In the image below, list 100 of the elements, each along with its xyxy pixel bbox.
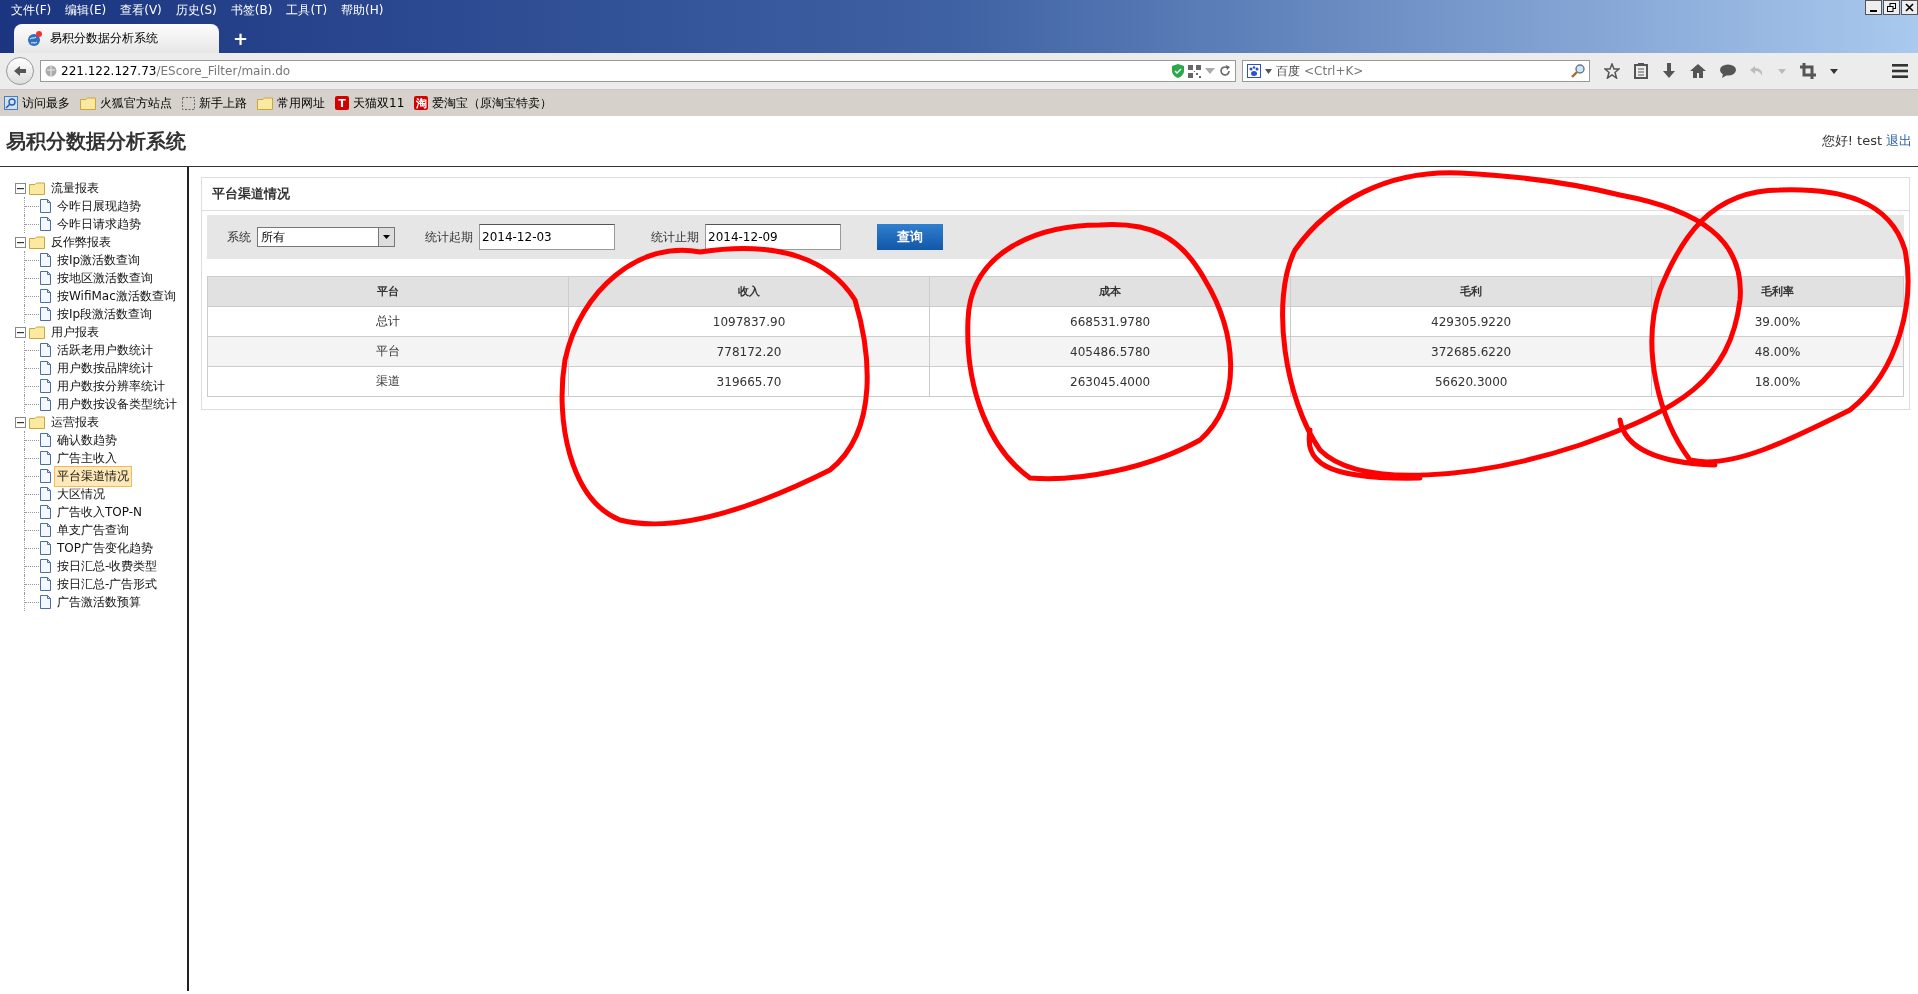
back-arrow-icon (13, 65, 27, 77)
table-cell: 372685.6220 (1290, 336, 1652, 367)
query-button[interactable]: 查询 (877, 224, 943, 250)
greeting-text: 您好! test (1821, 132, 1882, 150)
back-button[interactable] (6, 57, 34, 85)
table-cell: 778172.20 (568, 336, 930, 367)
field-label: 统计起期 (425, 228, 473, 246)
speech-bubble-icon[interactable] (1720, 64, 1736, 78)
menu-item[interactable]: 查看(V) (113, 1, 169, 19)
document-icon (40, 433, 51, 447)
bookmark[interactable]: T 天猫双11 (335, 94, 405, 112)
tree-item[interactable]: 平台渠道情况 (54, 465, 132, 487)
open-folder-icon (29, 325, 45, 339)
menu-item[interactable]: 历史(S) (168, 1, 224, 19)
menu-item[interactable]: 帮助(H) (334, 1, 391, 19)
bookmark[interactable]: 新手上路 (182, 94, 247, 112)
column-header: 毛利 (1290, 276, 1652, 307)
search-icon[interactable] (1571, 64, 1585, 78)
tree-toggle[interactable] (15, 326, 26, 338)
restore-icon (1887, 3, 1896, 12)
caret-icon (1265, 68, 1272, 74)
table-cell: 319665.70 (568, 366, 930, 397)
home-icon[interactable] (1690, 64, 1706, 78)
star-icon[interactable] (1604, 63, 1620, 79)
document-icon (40, 361, 51, 375)
document-icon (40, 289, 51, 303)
document-icon (40, 307, 51, 321)
table-cell: 263045.4000 (929, 366, 1291, 397)
document-icon (40, 595, 51, 609)
logout-link[interactable]: 退出 (1886, 132, 1912, 150)
bookmark-badge: 淘 (414, 96, 429, 110)
menu-item[interactable]: 书签(B) (223, 1, 280, 19)
document-icon (40, 559, 51, 573)
magnifier-icon (4, 96, 18, 110)
new-tab-button[interactable]: + (219, 28, 249, 53)
caret-icon (383, 235, 390, 239)
folder-icon (80, 96, 96, 110)
bookmark[interactable]: 火狐官方站点 (80, 94, 172, 112)
document-icon (40, 199, 51, 213)
field-label: 系统 (227, 228, 251, 246)
url-text: 221.122.127.73/EScore_Filter/main.do (61, 64, 292, 78)
site-title: 易积分数据分析系统 (6, 127, 186, 155)
menu-item[interactable]: 文件(F) (4, 1, 59, 19)
caret-icon (1205, 67, 1215, 75)
document-icon (40, 217, 51, 231)
download-icon[interactable] (1662, 63, 1676, 79)
tree-toggle[interactable] (15, 182, 26, 194)
bookmark-badge: T (335, 96, 349, 110)
bookmark[interactable]: 常用网址 (257, 94, 325, 112)
tree-toggle[interactable] (15, 416, 26, 428)
shield-icon (1172, 64, 1184, 78)
address-bar[interactable]: 221.122.127.73/EScore_Filter/main.do (40, 60, 1236, 82)
document-icon (40, 487, 51, 501)
document-icon (40, 271, 51, 285)
open-folder-icon (29, 181, 45, 195)
bookmark[interactable]: 访问最多 (4, 94, 70, 112)
table-cell: 总计 (207, 306, 569, 337)
table-cell: 渠道 (207, 366, 569, 397)
open-folder-icon (29, 415, 45, 429)
date-field[interactable]: 2014-12-09 (705, 224, 841, 250)
crop-icon[interactable] (1800, 63, 1816, 79)
column-header: 平台 (207, 276, 569, 307)
minimize-icon (1870, 10, 1877, 12)
document-icon (40, 451, 51, 465)
document-icon (40, 577, 51, 591)
bookmark[interactable]: 淘 爱淘宝（原淘宝特卖） (414, 94, 553, 112)
column-header: 成本 (929, 276, 1291, 307)
folder-icon (257, 96, 273, 110)
date-field[interactable]: 2014-12-03 (479, 224, 615, 250)
document-icon (40, 505, 51, 519)
column-header: 收入 (568, 276, 930, 307)
dashed-square-icon (182, 96, 195, 110)
document-icon (40, 469, 51, 483)
minimize-button[interactable] (1865, 0, 1882, 15)
caret-icon[interactable] (1830, 68, 1838, 74)
document-icon (40, 379, 51, 393)
close-button[interactable] (1901, 0, 1918, 15)
system-select[interactable]: 所有 (257, 227, 395, 247)
table-cell: 平台 (207, 336, 569, 367)
qr-code-icon (1188, 64, 1201, 78)
menu-item[interactable]: 工具(T) (279, 1, 335, 19)
browser-tab[interactable]: 易积分数据分析系统 (14, 24, 219, 53)
open-folder-icon (29, 235, 45, 249)
table-cell: 429305.9220 (1290, 306, 1652, 337)
globe-icon (45, 65, 57, 77)
document-icon (40, 397, 51, 411)
tree-toggle[interactable] (15, 236, 26, 248)
search-field[interactable]: 百度 <Ctrl+K> (1242, 60, 1590, 82)
document-icon (40, 541, 51, 555)
field-label: 统计止期 (651, 228, 699, 246)
panel-title: 平台渠道情况 (202, 178, 1909, 211)
globe-icon (26, 30, 42, 47)
close-icon (1905, 3, 1914, 12)
table-cell: 668531.9780 (929, 306, 1291, 337)
reload-icon[interactable] (1219, 65, 1231, 77)
menu-icon[interactable] (1892, 64, 1908, 78)
document-icon (40, 523, 51, 537)
clipboard-icon[interactable] (1634, 63, 1648, 79)
restore-button[interactable] (1883, 0, 1900, 15)
menu-item[interactable]: 编辑(E) (58, 1, 114, 19)
